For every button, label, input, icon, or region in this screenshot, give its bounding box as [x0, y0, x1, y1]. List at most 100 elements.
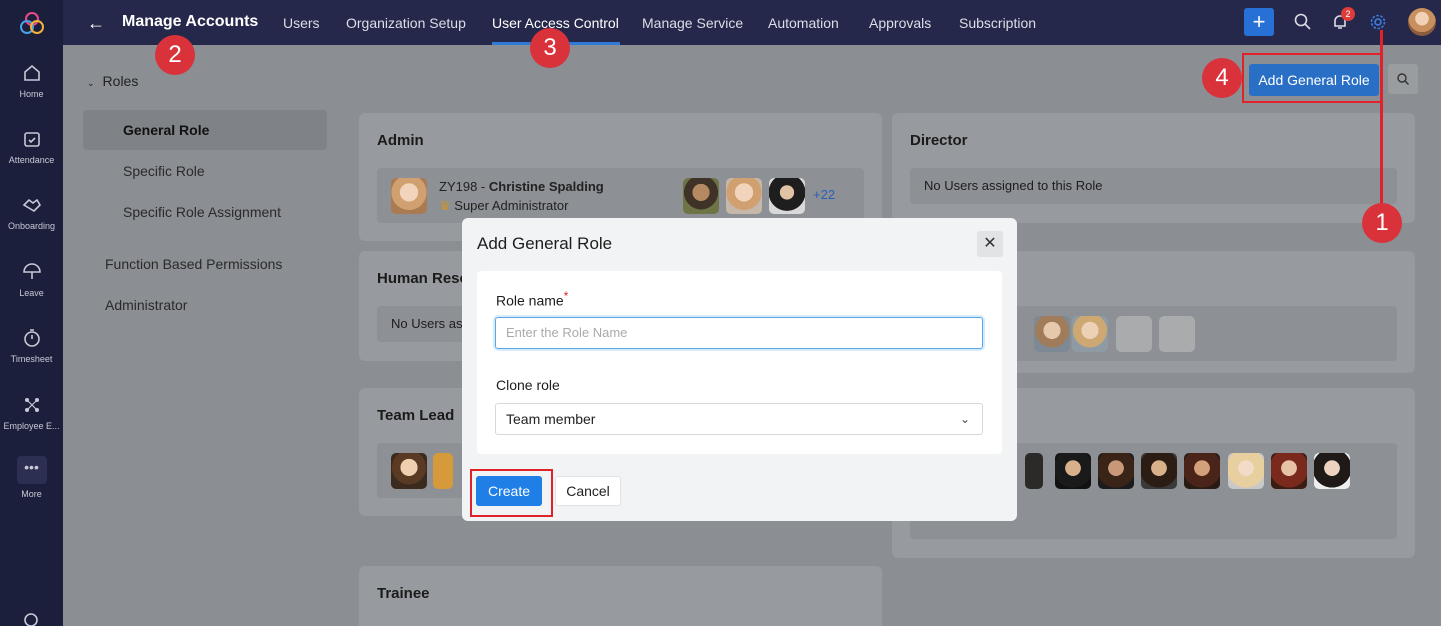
role-card-title: Admin — [377, 132, 424, 149]
more-users-count[interactable]: +22 — [813, 187, 835, 202]
clone-role-select[interactable]: Team member ⌄ — [495, 403, 983, 435]
admin-user-row: ZY198 - Christine Spalding ♛ Super Admin… — [377, 168, 864, 223]
clone-role-value: Team member — [506, 411, 596, 427]
rail-item-attendance[interactable]: Attendance — [0, 119, 63, 181]
roles-title: Roles — [102, 73, 139, 89]
role-card-title: Human Reso — [377, 270, 469, 287]
sidebar-item-administrator[interactable]: Administrator — [105, 297, 187, 313]
role-name-label-text: Role name — [496, 292, 564, 309]
tab-users[interactable]: Users — [283, 15, 320, 31]
avatar — [1072, 316, 1108, 352]
user-name[interactable]: Christine Spalding — [489, 179, 604, 194]
avatar — [1055, 453, 1091, 489]
home-icon — [23, 64, 40, 81]
umbrella-icon — [22, 263, 41, 279]
dialog-form: Role name* Enter the Role Name Clone rol… — [477, 271, 1002, 454]
timer-icon — [23, 329, 40, 347]
rail-item-leave[interactable]: Leave — [0, 252, 63, 314]
gear-icon[interactable] — [1368, 12, 1388, 32]
rail-label: Onboarding — [7, 221, 56, 231]
avatar — [1271, 453, 1307, 489]
avatar — [683, 178, 719, 214]
avatar — [391, 178, 427, 214]
tab-manage-service[interactable]: Manage Service — [642, 15, 743, 31]
left-nav-rail: Home Attendance Onboarding Leave Timeshe… — [0, 0, 63, 626]
role-card-director[interactable]: Director No Users assigned to this Role — [892, 113, 1415, 223]
sidebar-item-function-based-permissions[interactable]: Function Based Permissions — [105, 256, 282, 272]
sidebar-item-specific-role-assignment[interactable]: Specific Role Assignment — [83, 192, 327, 232]
calendar-icon — [23, 132, 40, 147]
page-title: Manage Accounts — [122, 13, 259, 30]
avatar — [726, 178, 762, 214]
rail-label: Home — [19, 89, 44, 99]
tab-automation[interactable]: Automation — [768, 15, 839, 31]
no-users-text: No Users assigned to this Role — [924, 178, 1103, 193]
role-card-trainee[interactable]: Trainee — [359, 566, 882, 626]
placeholder-avatar — [1159, 316, 1195, 352]
sidebar-item-general-role[interactable]: General Role — [83, 110, 327, 150]
admin-user-role-line: ♛ Super Administrator — [439, 198, 568, 214]
rail-label: Employee E... — [3, 421, 60, 431]
annotation-box-add-role — [1242, 53, 1383, 103]
tab-organization-setup[interactable]: Organization Setup — [346, 15, 466, 31]
top-bar: ← Manage Accounts Users Organization Set… — [63, 0, 1441, 45]
user-role: Super Administrator — [454, 198, 569, 213]
avatar — [1025, 453, 1043, 489]
avatar — [769, 178, 805, 214]
avatar — [1184, 453, 1220, 489]
tab-approvals[interactable]: Approvals — [869, 15, 931, 31]
rail-item-employee-engagement[interactable]: Employee E... — [0, 385, 63, 447]
role-card-title: Team Lead — [377, 407, 455, 424]
role-name-label: Role name* — [496, 290, 568, 309]
clone-role-label: Clone role — [496, 377, 560, 393]
handshake-icon — [22, 198, 41, 213]
step-marker-3: 3 — [530, 28, 570, 68]
role-card-title: Trainee — [377, 585, 430, 602]
avatar — [433, 453, 453, 489]
admin-user-name-line: ZY198 - Christine Spalding — [439, 179, 604, 194]
cancel-button[interactable]: Cancel — [555, 476, 621, 506]
crown-icon: ♛ — [439, 198, 451, 213]
rail-item-more[interactable]: ••• More — [0, 451, 63, 513]
chevron-down-icon: ⌄ — [959, 412, 970, 426]
people-network-icon — [24, 398, 39, 412]
back-arrow-icon[interactable]: ← — [83, 10, 109, 36]
role-name-input[interactable]: Enter the Role Name — [495, 317, 983, 349]
search-icon[interactable] — [1293, 12, 1313, 32]
avatar — [1098, 453, 1134, 489]
rail-label: Timesheet — [10, 354, 53, 364]
roles-search-button[interactable] — [1388, 64, 1418, 94]
app-logo-icon[interactable] — [18, 10, 46, 38]
more-dots-icon: ••• — [16, 456, 47, 484]
user-id: ZY198 - — [439, 179, 489, 194]
no-users-row: No Users assigned to this Role — [910, 168, 1397, 204]
step-marker-1: 1 — [1362, 203, 1402, 243]
avatar — [1034, 316, 1070, 352]
sidebar-item-specific-role[interactable]: Specific Role — [83, 151, 327, 191]
annotation-connector-line — [1380, 30, 1383, 208]
role-card-title: Director — [910, 132, 968, 149]
no-users-text: No Users ass — [391, 316, 470, 331]
avatar — [391, 453, 427, 489]
tab-subscription[interactable]: Subscription — [959, 15, 1036, 31]
required-asterisk: * — [563, 290, 569, 303]
avatar — [1228, 453, 1264, 489]
avatar — [1314, 453, 1350, 489]
close-button[interactable]: ✕ — [977, 231, 1003, 257]
user-avatar[interactable] — [1408, 8, 1436, 36]
placeholder-avatar — [1116, 316, 1152, 352]
rail-label: More — [21, 489, 42, 499]
add-plus-button[interactable]: + — [1244, 8, 1274, 36]
avatar — [1141, 453, 1177, 489]
search-icon — [1397, 73, 1409, 85]
rail-item-home[interactable]: Home — [0, 53, 63, 115]
annotation-box-create — [470, 469, 553, 517]
roles-section-header[interactable]: ⌄ Roles — [87, 73, 138, 89]
dialog-title: Add General Role — [477, 234, 613, 253]
rail-item-timesheet[interactable]: Timesheet — [0, 318, 63, 380]
settings-partial-icon[interactable] — [21, 610, 41, 626]
chevron-down-icon: ⌄ — [87, 78, 95, 88]
step-marker-4: 4 — [1202, 58, 1242, 98]
rail-item-onboarding[interactable]: Onboarding — [0, 185, 63, 247]
rail-label: Leave — [19, 288, 44, 298]
